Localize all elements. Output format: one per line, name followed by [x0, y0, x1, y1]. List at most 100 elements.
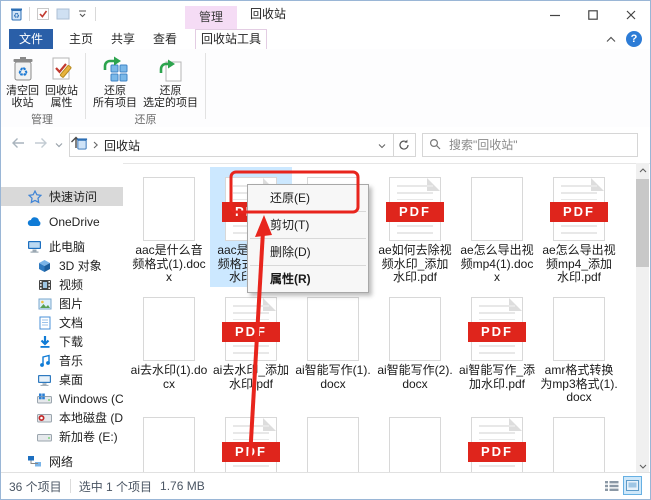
breadcrumb-location[interactable]: 回收站	[104, 137, 140, 154]
scrollbar-thumb[interactable]	[636, 179, 649, 267]
sidebar-item-label: 此电脑	[49, 238, 85, 255]
refresh-button[interactable]	[393, 133, 416, 157]
contextual-tab-group-label: 管理	[185, 6, 237, 29]
properties-check-icon[interactable]	[35, 6, 50, 21]
file-tile[interactable]: amr格式转换为mp3格式(1).docx	[538, 287, 620, 407]
context-menu-item[interactable]: 删除(D)	[248, 241, 368, 263]
sidebar-item[interactable]: OneDrive	[1, 212, 123, 231]
file-tile[interactable]	[292, 407, 374, 473]
pdf-file-icon: PDF	[471, 297, 523, 361]
tab-file[interactable]: 文件	[9, 29, 53, 49]
sidebar-item[interactable]: 此电脑	[1, 237, 123, 256]
qat-customize-chevron-icon[interactable]	[75, 6, 90, 21]
recent-locations-chevron-icon[interactable]	[55, 137, 63, 151]
sidebar-item[interactable]: 视频	[1, 275, 123, 294]
text-lines	[479, 305, 515, 320]
pdf-badge: PDF	[550, 202, 608, 222]
menu-separator	[250, 265, 366, 266]
forward-icon[interactable]	[33, 137, 48, 152]
sidebar-item[interactable]: 新加卷 (E:)	[1, 427, 123, 446]
sidebar-item[interactable]: 本地磁盘 (D:)	[1, 408, 123, 427]
vertical-scrollbar[interactable]	[636, 163, 649, 473]
context-menu-item[interactable]: 还原(E)	[248, 187, 368, 209]
file-tile[interactable]: ae怎么导出视频mp4(1).docx	[456, 167, 538, 287]
sidebar-item[interactable]: 3D 对象	[1, 256, 123, 275]
file-tile[interactable]	[374, 407, 456, 473]
tab-share[interactable]: 共享	[102, 29, 144, 49]
file-tile[interactable]: PDFae怎么导出视频mp4_添加水印.pdf	[538, 167, 620, 287]
tab-view[interactable]: 查看	[144, 29, 186, 49]
sidebar-item[interactable]: 文档	[1, 313, 123, 332]
search-icon	[429, 138, 441, 153]
ribbon-button-label: 回收站 属性	[45, 85, 78, 109]
ribbon-group-label: 管理	[3, 111, 81, 127]
file-name: ai智能写作(1).docx	[292, 364, 374, 391]
tab-recycle-bin-tools[interactable]: 回收站工具	[195, 29, 267, 49]
ribbon-group-label: 还原	[90, 111, 201, 127]
sidebar-item[interactable]: 图片	[1, 294, 123, 313]
ribbon-right-controls: ?	[606, 31, 642, 47]
sidebar-item[interactable]: Windows (C:)	[1, 389, 123, 408]
text-lines	[233, 345, 269, 357]
recycle-bin-small-icon	[76, 137, 88, 153]
file-tile[interactable]: PDFai智能写作_添加水印.pdf	[456, 287, 538, 407]
file-tile[interactable]	[538, 407, 620, 473]
view-toggle	[602, 476, 642, 495]
music-icon	[37, 353, 52, 368]
sidebar-item[interactable]: 快速访问	[1, 187, 123, 206]
file-tile[interactable]: PDF	[210, 407, 292, 473]
drive-c-icon	[37, 391, 52, 406]
restore-all-button[interactable]: 还原 所有项目	[90, 53, 140, 111]
recycle-properties-button[interactable]: 回收站 属性	[42, 53, 81, 111]
file-tile[interactable]	[128, 407, 210, 473]
file-tile[interactable]: PDF	[456, 407, 538, 473]
context-menu-item[interactable]: 属性(R)	[248, 268, 368, 290]
file-tile[interactable]: PDFae如何去除视频水印_添加水印.pdf	[374, 167, 456, 287]
sidebar-item[interactable]: 网络	[1, 452, 123, 471]
restore-all-icon	[101, 55, 129, 83]
file-tile[interactable]: ai去水印(1).docx	[128, 287, 210, 407]
file-tile[interactable]: aac是什么音频格式(1).docx	[128, 167, 210, 287]
docx-file-icon	[553, 417, 605, 473]
drive-e-icon	[37, 429, 52, 444]
maximize-button[interactable]	[574, 1, 612, 28]
address-bar[interactable]: 回收站	[69, 133, 394, 157]
search-input[interactable]	[447, 137, 637, 153]
empty-recycle-bin-button[interactable]: ♻清空回 收站	[3, 53, 42, 111]
desktop-icon	[37, 372, 52, 387]
file-tile[interactable]: ai智能写作(1).docx	[292, 287, 374, 407]
navigation-pane: 快速访问 OneDrive 此电脑3D 对象视频图片文档下载音乐桌面 Windows …	[1, 163, 123, 473]
sidebar-item[interactable]: 桌面	[1, 370, 123, 389]
items-count: 36 个项目	[1, 478, 70, 495]
file-name: aac是什么音频格式(1).docx	[128, 244, 210, 285]
address-row: 回收站	[1, 127, 650, 164]
collapse-ribbon-chevron-icon[interactable]	[606, 32, 616, 46]
docx-file-icon	[143, 417, 195, 473]
minimize-button[interactable]	[536, 1, 574, 28]
ribbon-group: ♻清空回 收站回收站 属性管理	[1, 49, 83, 127]
scroll-down-icon[interactable]	[636, 459, 649, 473]
context-menu-item[interactable]: 剪切(T)	[248, 214, 368, 236]
sidebar-item-label: Windows (C:)	[59, 392, 123, 406]
address-dropdown-chevron-icon[interactable]	[371, 138, 393, 152]
tab-home[interactable]: 主页	[60, 29, 102, 49]
scroll-up-icon[interactable]	[636, 163, 649, 177]
divider	[29, 7, 30, 21]
sidebar-item-label: 下载	[59, 333, 83, 350]
sidebar-item[interactable]: 下载	[1, 332, 123, 351]
svg-text:♻: ♻	[17, 65, 28, 79]
sidebar-item[interactable]: 音乐	[1, 351, 123, 370]
star-icon	[27, 189, 42, 204]
folder-icon[interactable]	[55, 6, 70, 21]
help-icon[interactable]: ?	[626, 31, 642, 47]
details-view-button[interactable]	[602, 476, 621, 495]
quick-access-toolbar: ♻	[9, 6, 96, 21]
back-icon[interactable]	[11, 137, 26, 152]
file-tile[interactable]: ai智能写作(2).docx	[374, 287, 456, 407]
restore-selected-button[interactable]: 还原 选定的项目	[140, 53, 201, 111]
file-tile[interactable]: PDFai去水印_添加水印.pdf	[210, 287, 292, 407]
close-button[interactable]	[612, 1, 650, 28]
explorer-window: ♻ 管理 回收站 文件 主页	[0, 0, 651, 500]
file-name: ai去水印_添加水印.pdf	[210, 364, 292, 391]
large-icons-view-button[interactable]	[623, 476, 642, 495]
